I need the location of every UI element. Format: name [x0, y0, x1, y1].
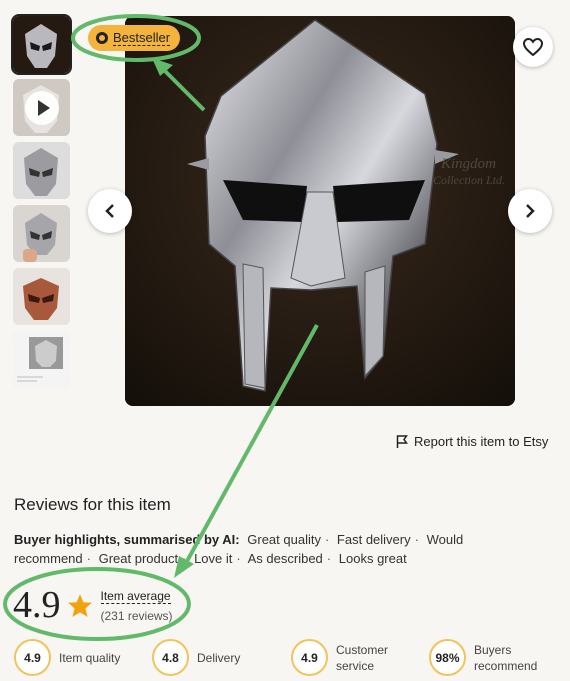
- metric-label: Delivery: [197, 650, 241, 665]
- chevron-left-icon: [105, 204, 114, 218]
- thumbnail-6[interactable]: [13, 331, 70, 388]
- previous-image-button[interactable]: [88, 189, 132, 233]
- next-image-button[interactable]: [508, 189, 552, 233]
- highlight-tag: Looks great: [338, 551, 407, 566]
- heart-icon: [523, 38, 543, 56]
- main-product-image[interactable]: Kingdom Collection Ltd.: [125, 16, 515, 406]
- rating-value: 4.9: [13, 584, 61, 626]
- rating-summary: 4.9 Item average (231 reviews): [13, 583, 173, 627]
- metric-label: Buyers recommend: [474, 642, 538, 673]
- chevron-right-icon: [526, 204, 535, 218]
- highlights-lead: Buyer highlights, summarised by AI:: [14, 532, 240, 547]
- highlight-tag: Love it: [194, 551, 233, 566]
- metric-buyers-recommend: 98% Buyers recommend: [429, 639, 544, 676]
- badge-label: Bestseller: [113, 29, 171, 46]
- metric-label: Customer service: [336, 642, 389, 673]
- metric-customer-service: 4.9 Customer service: [291, 639, 400, 676]
- play-icon: [24, 90, 59, 125]
- item-average-label[interactable]: Item average: [100, 590, 171, 604]
- metric-value: 4.9: [14, 639, 51, 676]
- favorite-button[interactable]: [513, 27, 553, 67]
- thumbnail-5[interactable]: [13, 268, 70, 325]
- highlight-tag: As described: [247, 551, 323, 566]
- metric-value: 98%: [429, 639, 466, 676]
- thumbnail-strip: [11, 14, 72, 394]
- metric-value: 4.9: [291, 639, 328, 676]
- thumbnail-video[interactable]: [13, 79, 70, 136]
- highlight-tag: Great quality: [247, 532, 321, 547]
- report-label: Report this item to Etsy: [414, 434, 549, 449]
- thumbnail-1[interactable]: [11, 14, 72, 75]
- star-icon: [67, 593, 92, 617]
- award-icon: [96, 32, 108, 44]
- watermark-line2: Collection Ltd.: [433, 173, 505, 187]
- highlight-tag: Great product: [98, 551, 179, 566]
- metric-delivery: 4.8 Delivery: [152, 639, 240, 676]
- bestseller-badge: Bestseller: [88, 25, 181, 51]
- report-item-link[interactable]: Report this item to Etsy: [396, 434, 548, 449]
- flag-icon: [396, 434, 408, 448]
- thumbnail-4[interactable]: [13, 205, 70, 262]
- metric-item-quality: 4.9 Item quality: [14, 639, 120, 676]
- buyer-highlights: Buyer highlights, summarised by AI: Grea…: [14, 532, 464, 566]
- review-count: (231 reviews): [100, 609, 173, 623]
- metric-label: Item quality: [59, 650, 121, 665]
- reviews-heading: Reviews for this item: [14, 495, 171, 514]
- metric-value: 4.8: [152, 639, 189, 676]
- highlight-tag: Fast delivery: [336, 532, 411, 547]
- thumbnail-3[interactable]: [13, 142, 70, 199]
- watermark-line1: Kingdom: [440, 156, 496, 172]
